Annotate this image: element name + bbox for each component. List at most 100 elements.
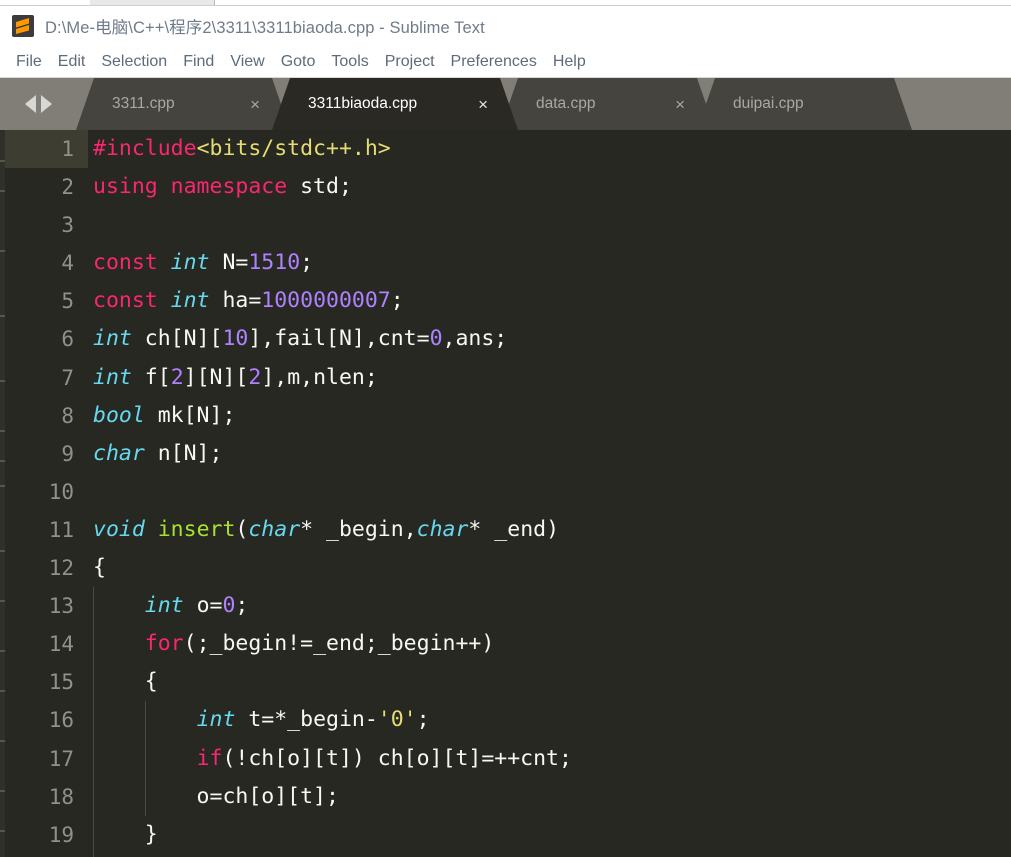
line-number: 10 (48, 479, 74, 504)
menu-item-view[interactable]: View (222, 51, 272, 73)
code-line[interactable]: 17 if(!ch[o][t]) ch[o][t]=++cnt; (5, 739, 1011, 778)
code-line[interactable]: 19 } (5, 815, 1011, 854)
code-line[interactable]: 4 const int N=1510; (5, 244, 1011, 282)
code-line-content[interactable]: } (88, 815, 1011, 854)
menu-item-find[interactable]: Find (175, 51, 222, 73)
code-line-content[interactable]: int ch[N][10],fail[N],cnt=0,ans; (88, 320, 1011, 358)
code-line-content[interactable]: { (88, 549, 1011, 587)
sidebar-mark (0, 740, 5, 742)
code-line[interactable]: 13 int o=0; (5, 587, 1011, 626)
menu-item-help[interactable]: Help (545, 51, 594, 73)
code-token-key: const (93, 250, 171, 276)
code-line[interactable]: 5 const int ha=1000000007; (5, 282, 1011, 320)
tab-close-icon[interactable]: × (250, 96, 260, 113)
code-token-plain: o=ch[o][t]; (93, 783, 339, 809)
code-token-plain: f[ (131, 364, 171, 390)
tab-3311-cpp[interactable]: 3311.cpp × (76, 78, 290, 130)
code-line-content[interactable]: char n[N]; (88, 435, 1011, 473)
code-line[interactable]: 7 int f[2][N][2],m,nlen; (5, 359, 1011, 397)
code-line[interactable]: 10 (5, 473, 1011, 511)
code-token-num: 1510 (248, 250, 301, 276)
tab-3311biaoda-cpp[interactable]: 3311biaoda.cpp × (272, 78, 518, 130)
code-line-content[interactable]: const int N=1510; (88, 244, 1011, 282)
code-line[interactable]: 15 { (5, 663, 1011, 702)
title-bar: D:\Me-电脑\C++\程序2\3311\3311biaoda.cpp - S… (0, 6, 1011, 46)
menu-item-preferences[interactable]: Preferences (443, 51, 545, 73)
arrow-right-icon[interactable] (40, 95, 52, 113)
line-number: 18 (48, 784, 74, 809)
line-number: 17 (48, 746, 74, 771)
code-line[interactable]: 12 { (5, 549, 1011, 587)
tab-scroll-controls[interactable] (0, 78, 76, 130)
code-line[interactable]: 11 void insert(char* _begin,char* _end) (5, 511, 1011, 549)
code-line-content[interactable]: #include<bits/stdc++.h> (88, 130, 1011, 168)
code-token-key: #include (93, 136, 197, 161)
code-line-content[interactable]: int f[2][N][2],m,nlen; (88, 359, 1011, 397)
code-token-key: for (144, 631, 184, 657)
sidebar-mark (0, 485, 5, 487)
code-line[interactable]: 2 using namespace std; (5, 168, 1011, 206)
line-number: 9 (61, 441, 74, 466)
code-line-content[interactable]: const int ha=1000000007; (88, 282, 1011, 320)
menu-item-selection[interactable]: Selection (93, 51, 175, 73)
code-token-plain: (;_begin!=_end;_begin++) (183, 631, 495, 657)
code-line[interactable]: 8 bool mk[N]; (5, 397, 1011, 435)
line-number: 8 (61, 403, 74, 428)
code-line[interactable]: 6 int ch[N][10],fail[N],cnt=0,ans; (5, 320, 1011, 358)
tab-duipai-cpp[interactable]: duipai.cpp (697, 78, 912, 130)
code-line[interactable]: 16 int t=*_begin-'0'; (5, 701, 1011, 740)
code-token-plain: t=*_begin- (235, 707, 378, 733)
code-line[interactable]: 18 o=ch[o][t]; (5, 777, 1011, 816)
code-line[interactable]: 1 #include<bits/stdc++.h> (5, 130, 1011, 169)
code-line-content[interactable]: { (88, 663, 1011, 702)
code-line[interactable]: 14 for(;_begin!=_end;_begin++) (5, 625, 1011, 664)
code-line-content[interactable]: o=ch[o][t]; (88, 777, 1011, 816)
code-token-str: '0' (377, 707, 417, 733)
code-token-plain: { (93, 555, 106, 581)
code-token-type: int (93, 364, 132, 390)
code-token-plain: ha= (209, 288, 262, 314)
tab-close-icon[interactable]: × (675, 96, 685, 113)
tab-background (697, 78, 912, 130)
code-token-type: int (93, 326, 132, 352)
line-number: 3 (61, 213, 74, 238)
code-token-num: 2 (170, 364, 184, 390)
line-number: 15 (48, 670, 74, 695)
tab-data-cpp[interactable]: data.cpp × (500, 78, 715, 130)
menu-item-project[interactable]: Project (377, 51, 443, 73)
menu-bar[interactable]: File Edit Selection Find View Goto Tools… (0, 46, 1011, 78)
sidebar-mark (0, 790, 5, 792)
sidebar-sliver[interactable] (0, 130, 5, 857)
code-line-content[interactable]: for(;_begin!=_end;_begin++) (88, 625, 1011, 664)
code-line-content[interactable]: void insert(char* _begin,char* _end) (88, 511, 1011, 549)
code-view[interactable]: 1 #include<bits/stdc++.h> 2 using namespace… (5, 130, 1011, 857)
code-line-content[interactable]: if(!ch[o][t]) ch[o][t]=++cnt; (88, 739, 1011, 778)
line-number: 16 (48, 708, 74, 733)
code-line-content[interactable]: int t=*_begin-'0'; (88, 701, 1011, 740)
code-line-content[interactable]: int o=0; (88, 587, 1011, 626)
line-number: 12 (48, 556, 74, 581)
code-line[interactable]: 9 char n[N]; (5, 435, 1011, 473)
tab-close-icon[interactable]: × (478, 96, 488, 113)
code-token-plain: (!ch[o][t]) ch[o][t]=++cnt; (222, 745, 572, 771)
code-line-content[interactable]: using namespace std; (88, 168, 1011, 206)
sidebar-mark (0, 460, 5, 462)
sidebar-mark (0, 250, 5, 252)
menu-item-goto[interactable]: Goto (273, 51, 324, 73)
line-number: 6 (61, 327, 74, 352)
menu-item-file[interactable]: File (8, 51, 50, 73)
menu-item-tools[interactable]: Tools (323, 51, 376, 73)
arrow-left-icon[interactable] (24, 95, 36, 113)
menu-item-edit[interactable]: Edit (50, 51, 94, 73)
line-number: 2 (61, 175, 74, 200)
code-token-plain: ; (235, 593, 249, 619)
code-line-content[interactable]: bool mk[N]; (88, 397, 1011, 435)
code-line[interactable]: 3 (5, 206, 1011, 244)
code-token-plain: } (93, 821, 158, 847)
code-token-plain: ch[N][ (131, 326, 223, 352)
line-number: 19 (48, 822, 74, 847)
